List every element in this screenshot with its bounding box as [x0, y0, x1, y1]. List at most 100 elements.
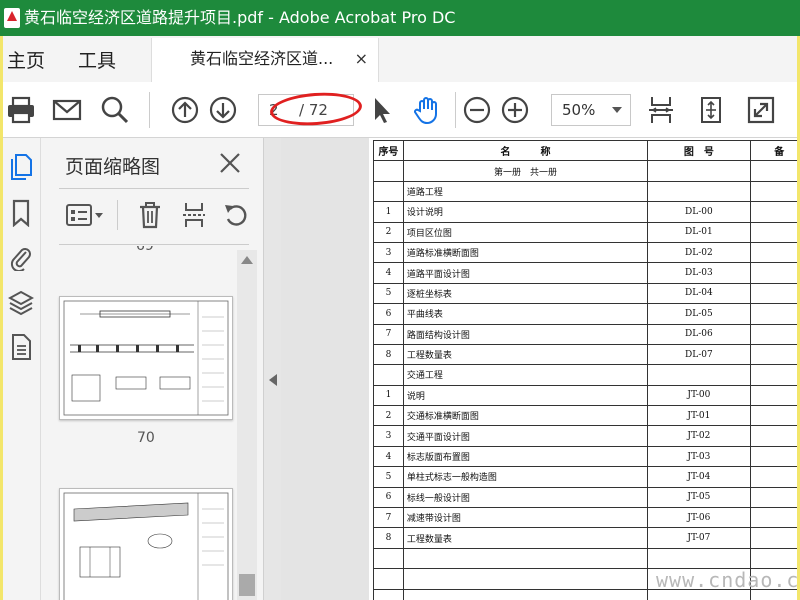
page-thumbnails-button[interactable]	[6, 152, 36, 182]
scrollbar-thumb[interactable]	[239, 574, 255, 596]
layers-button[interactable]	[6, 288, 36, 318]
zoom-level-select[interactable]: 50%	[551, 94, 631, 126]
tab-tools[interactable]: 工具	[78, 46, 116, 73]
arrow-down-circle-icon	[209, 96, 237, 124]
row-number: 5	[373, 282, 404, 305]
row-number: 2	[373, 405, 404, 427]
full-screen-button[interactable]	[743, 92, 779, 128]
fit-page-button[interactable]	[693, 92, 729, 128]
section-title: 道路工程	[402, 180, 649, 203]
drawing-code: DL-05	[647, 303, 751, 325]
email-button[interactable]	[49, 92, 85, 128]
thumbnails-panel: 页面缩略图 69 70	[41, 138, 263, 600]
cursor-arrow-icon	[375, 98, 390, 123]
section-row: 道路工程	[373, 180, 797, 203]
chevron-left-icon	[269, 374, 277, 386]
panel-divider	[59, 244, 249, 245]
drawing-code: JT-05	[647, 486, 751, 509]
thumbnail-page[interactable]	[59, 296, 233, 420]
drawing-name: 逐桩坐标表	[402, 282, 649, 305]
thumbnail-list: 69 70	[41, 246, 241, 600]
row-number: 4	[373, 445, 404, 468]
tab-close-icon[interactable]: ×	[355, 38, 368, 80]
drawing-name: 路面结构设计图	[402, 323, 649, 345]
document-properties-button[interactable]	[6, 332, 36, 362]
delete-pages-button[interactable]	[133, 198, 167, 232]
toolbar-divider	[455, 92, 456, 128]
header-code: 图 号	[647, 139, 751, 162]
row-number: 6	[373, 303, 404, 325]
drawing-name: 交通平面设计图	[402, 425, 649, 447]
table-row: 4 标志版面布置图 JT-03	[373, 445, 797, 468]
extract-pages-button[interactable]	[177, 198, 211, 232]
drawing-thumbnail	[63, 492, 229, 600]
tab-document[interactable]: 黄石临空经济区道... ×	[151, 38, 379, 82]
hand-tool-button[interactable]	[409, 92, 445, 128]
zoom-in-button[interactable]	[497, 92, 533, 128]
drawing-name: 减速带设计图	[402, 507, 649, 529]
scroll-up-arrow-icon[interactable]	[241, 256, 253, 264]
collapse-panel-handle[interactable]	[263, 138, 281, 600]
drawing-name: 单柱式标志一般构造图	[402, 466, 649, 488]
table-row: 1 说明 JT-00	[373, 384, 797, 407]
panel-toolbar-divider	[117, 200, 118, 230]
header-remark: 备	[749, 139, 797, 162]
drawing-name: 工程数量表	[402, 343, 649, 366]
document-viewport[interactable]: 序号 名 称 图 号 备 第一册 共一册 道路工程 1 设计说明 DL-00 2 项目区位…	[281, 138, 797, 600]
split-pages-icon	[183, 203, 205, 227]
drawing-name: 项目区位图	[402, 221, 649, 243]
table-row: 5 逐桩坐标表 DL-04	[373, 282, 797, 305]
navigation-rail	[3, 138, 41, 600]
panel-close-button[interactable]	[217, 150, 243, 176]
drawing-code: DL-00	[647, 201, 751, 223]
table-row: 5 单柱式标志一般构造图 JT-04	[373, 466, 797, 488]
drawing-name: 交通标准横断面图	[402, 405, 649, 427]
row-number: 3	[373, 241, 404, 264]
row-number: 2	[373, 221, 404, 243]
drawing-name: 道路平面设计图	[402, 262, 649, 284]
search-button[interactable]	[97, 92, 133, 128]
pdf-page: 序号 名 称 图 号 备 第一册 共一册 道路工程 1 设计说明 DL-00 2 项目区位…	[369, 138, 797, 600]
drawing-code: JT-02	[647, 425, 751, 447]
tab-home[interactable]: 主页	[7, 46, 45, 73]
envelope-icon	[52, 99, 82, 121]
table-row: 7 路面结构设计图 DL-06	[373, 323, 797, 345]
expand-icon	[747, 96, 775, 124]
row-number: 7	[373, 507, 404, 529]
row-number: 1	[373, 384, 404, 407]
list-options-icon	[66, 204, 103, 226]
zoom-level-value: 50%	[562, 101, 596, 119]
select-tool-button[interactable]	[363, 92, 399, 128]
bookmarks-button[interactable]	[6, 198, 36, 228]
scroll-mode-button[interactable]	[643, 92, 679, 128]
drawing-code: DL-07	[647, 343, 751, 366]
close-icon	[220, 153, 240, 173]
panel-divider	[59, 188, 249, 189]
table-row: 2 项目区位图 DL-01	[373, 221, 797, 243]
chevron-down-icon	[612, 107, 622, 113]
next-page-button[interactable]	[205, 92, 241, 128]
layers-icon	[8, 290, 34, 316]
previous-page-button[interactable]	[167, 92, 203, 128]
attachments-button[interactable]	[6, 242, 36, 272]
thumbnail-scrollbar[interactable]	[237, 250, 257, 600]
volume-label: 第一册 共一册	[402, 160, 649, 182]
rotate-pages-button[interactable]	[219, 198, 253, 232]
zoom-out-button[interactable]	[459, 92, 495, 128]
row-number: 5	[373, 466, 404, 488]
paperclip-icon	[10, 248, 31, 271]
table-row: 第一册 共一册	[373, 160, 797, 182]
print-icon	[8, 96, 34, 124]
title-bar: 黄石临空经济区道路提升项目.pdf - Adobe Acrobat Pro DC	[0, 0, 800, 36]
thumbnail-label: 69	[136, 246, 154, 254]
thumbnail-options-button[interactable]	[63, 198, 107, 232]
drawing-code: JT-06	[647, 507, 751, 529]
print-button[interactable]	[3, 92, 39, 128]
drawing-code: JT-00	[647, 384, 751, 407]
drawing-name: 标线一般设计图	[402, 486, 649, 509]
section-title: 交通工程	[402, 364, 649, 386]
page-fit-icon	[649, 97, 673, 123]
thumbnail-page[interactable]	[59, 488, 233, 600]
drawing-code: JT-03	[647, 445, 751, 468]
drawing-name: 标志版面布置图	[402, 445, 649, 468]
